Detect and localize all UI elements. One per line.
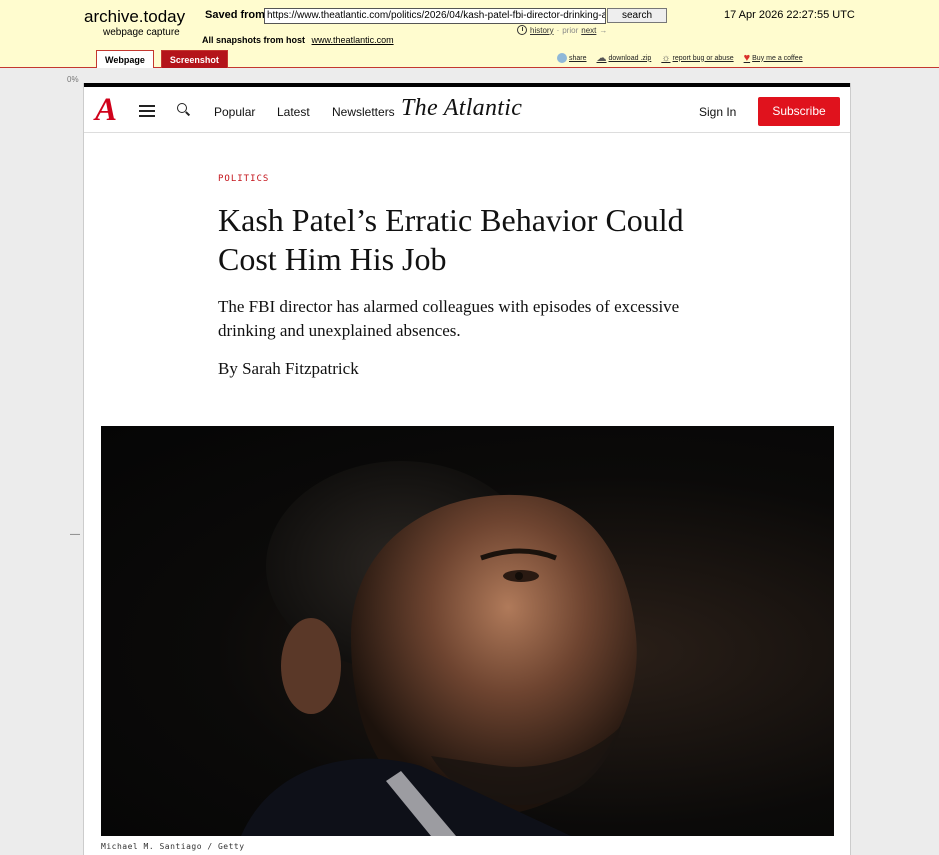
section-label[interactable]: POLITICS (218, 174, 269, 184)
subscribe-button[interactable]: Subscribe (758, 97, 840, 126)
clock-icon (517, 25, 527, 35)
tab-webpage[interactable]: Webpage (96, 50, 154, 68)
snapshot-nav: history · prior next → (517, 25, 607, 35)
archive-logo[interactable]: archive.today (84, 7, 185, 27)
capture-date: 17 Apr 2026 22:27:55 UTC (724, 9, 855, 21)
lead-photo (101, 426, 834, 836)
portrait-illustration (241, 461, 637, 836)
cloud-download-icon: ☁ (596, 52, 607, 64)
scroll-progress: 0% (67, 75, 79, 84)
all-snapshots-label: All snapshots (202, 35, 262, 45)
tab-screenshot[interactable]: Screenshot (160, 50, 228, 68)
host-link[interactable]: www.theatlantic.com (312, 35, 394, 45)
scroll-marker: — (70, 529, 80, 540)
article-dek: The FBI director has alarmed colleagues … (218, 297, 680, 340)
heart-icon: ♥ (743, 52, 751, 64)
share-link[interactable]: share (557, 52, 587, 64)
atlantic-logo[interactable]: A (95, 90, 117, 130)
url-input[interactable]: https://www.theatlantic.com/politics/202… (264, 8, 606, 24)
sign-in-link[interactable]: Sign In (699, 105, 736, 119)
nav-popular[interactable]: Popular (214, 105, 255, 119)
nav-newsletters[interactable]: Newsletters (332, 105, 395, 119)
archive-subtitle: webpage capture (103, 27, 180, 38)
hamburger-menu-icon[interactable] (139, 105, 155, 117)
site-nav: A Popular Latest Newsletters The Atlanti… (84, 87, 850, 133)
history-link[interactable]: history (530, 26, 554, 35)
download-link[interactable]: ☁ download .zip (597, 52, 652, 64)
article-headline: Kash Patel’s Erratic Behavior Could Cost… (218, 202, 684, 277)
coffee-link[interactable]: ♥ Buy me a coffee (744, 52, 803, 64)
article-byline[interactable]: By Sarah Fitzpatrick (218, 359, 359, 379)
share-icon (557, 53, 567, 63)
archive-tools: share ☁ download .zip ☼ report bug or ab… (557, 52, 803, 64)
all-snapshots: All snapshots from host www.theatlantic.… (202, 35, 394, 45)
archive-header: archive.today webpage capture Saved from… (0, 0, 939, 68)
photo-credit: Michael M. Santiago / Getty (101, 842, 245, 851)
view-tabs: Webpage Screenshot (96, 50, 228, 68)
next-link[interactable]: next (581, 26, 596, 35)
nav-latest[interactable]: Latest (277, 105, 310, 119)
bug-icon: ☼ (661, 52, 671, 64)
search-button[interactable]: search (607, 8, 667, 23)
prior-link: prior (562, 25, 579, 35)
captured-page: A Popular Latest Newsletters The Atlanti… (83, 83, 851, 855)
from-host-label: from host (263, 35, 306, 45)
report-link[interactable]: ☼ report bug or abuse (661, 52, 733, 64)
search-icon[interactable] (177, 103, 191, 117)
site-wordmark[interactable]: The Atlantic (401, 95, 522, 122)
saved-from-label: Saved from (205, 9, 265, 21)
